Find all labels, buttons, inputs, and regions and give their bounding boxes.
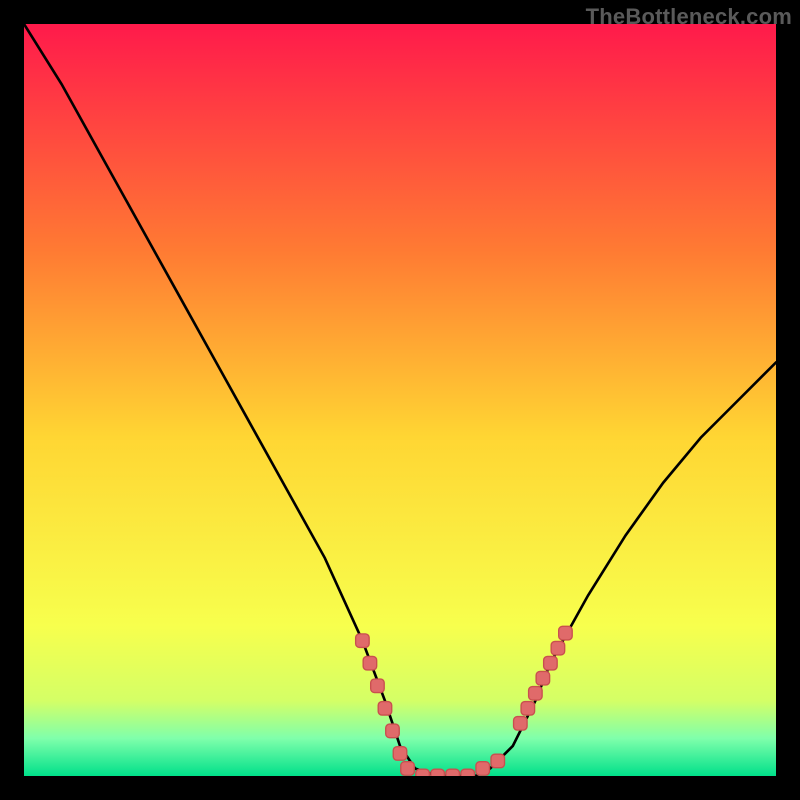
marker <box>446 769 460 776</box>
marker <box>431 769 445 776</box>
marker <box>521 702 535 716</box>
marker <box>371 679 385 693</box>
marker <box>559 626 573 640</box>
marker <box>461 769 475 776</box>
marker <box>356 634 370 648</box>
marker <box>551 641 565 655</box>
plot-background <box>24 24 776 776</box>
marker <box>416 769 430 776</box>
marker <box>491 754 505 768</box>
marker <box>401 762 415 776</box>
marker <box>363 656 377 670</box>
marker <box>529 687 543 701</box>
chart-frame: TheBottleneck.com <box>0 0 800 800</box>
marker <box>514 717 528 731</box>
chart-plot <box>24 24 776 776</box>
marker <box>386 724 400 738</box>
marker <box>476 762 490 776</box>
marker <box>536 671 550 685</box>
marker <box>393 747 407 761</box>
marker <box>544 656 558 670</box>
marker <box>378 702 392 716</box>
